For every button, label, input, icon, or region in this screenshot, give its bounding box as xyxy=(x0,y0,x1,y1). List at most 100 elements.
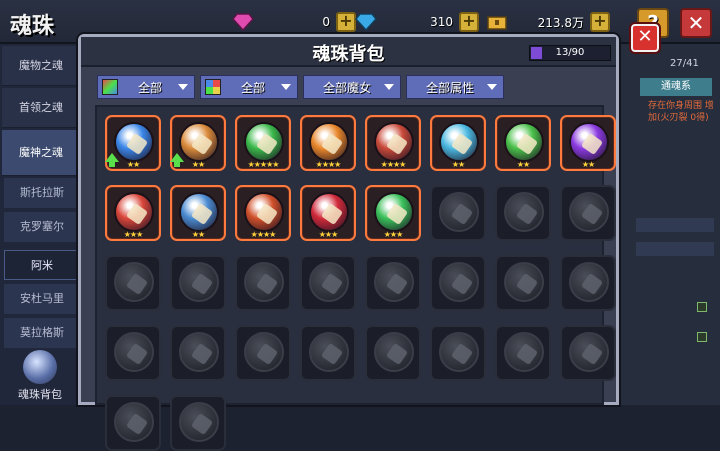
exit-button[interactable]: ✕ xyxy=(680,8,712,38)
orb-symbol xyxy=(320,202,344,226)
soul-orb-icon xyxy=(439,332,479,372)
soul-orb-slot[interactable]: ★★ xyxy=(495,115,551,171)
locked-orb-slot[interactable] xyxy=(365,325,421,381)
soul-orb-icon xyxy=(439,262,479,302)
effect-text: 存在你身周围 增加(火刃裂 0得) xyxy=(648,101,714,123)
locked-orb-slot[interactable] xyxy=(105,325,161,381)
locked-orb-slot[interactable] xyxy=(430,185,486,241)
locked-orb-slot[interactable] xyxy=(105,255,161,311)
soul-bag-dialog: 魂珠背包 13/90 全部 全部 全部魔女 全部属性 ★★ ★★ ★★★★★ ★★★★… xyxy=(78,34,619,451)
soul-orb-icon xyxy=(569,262,609,302)
soul-orb-icon xyxy=(504,192,544,232)
checkbox[interactable] xyxy=(697,332,707,342)
soul-orb-slot[interactable]: ★★★★★ xyxy=(235,115,291,171)
locked-orb-slot[interactable] xyxy=(300,325,356,381)
orb-symbol xyxy=(580,272,604,296)
locked-orb-slot[interactable] xyxy=(495,255,551,311)
soul-orb-icon xyxy=(244,332,284,372)
sidebar-item-monster-soul[interactable]: 魔物之魂 xyxy=(2,46,80,86)
locked-orb-slot[interactable] xyxy=(105,395,161,451)
orb-symbol xyxy=(320,132,344,156)
sidebar-sub-moragas[interactable]: 莫拉格斯 xyxy=(4,318,80,348)
page-title: 魂珠 xyxy=(10,14,55,39)
dropdown-label: 全部 xyxy=(240,80,265,95)
star-rating: ★★ xyxy=(451,160,465,169)
locked-orb-slot[interactable] xyxy=(560,325,616,381)
locked-orb-slot[interactable] xyxy=(495,185,551,241)
orb-symbol xyxy=(255,132,279,156)
locked-orb-slot[interactable] xyxy=(300,255,356,311)
upgrade-arrow-stem xyxy=(109,161,115,167)
soul-orb-slot[interactable]: ★★★ xyxy=(105,185,161,241)
close-dialog-button[interactable]: ✕ xyxy=(631,24,659,52)
dropdown-label: 全部魔女 xyxy=(322,80,371,95)
add-blue-gem-button[interactable]: + xyxy=(459,12,479,32)
soul-orb-icon xyxy=(244,262,284,302)
color-filter-dropdown[interactable]: 全部 xyxy=(200,75,298,99)
soul-bag-button[interactable]: 魂珠背包 xyxy=(12,350,68,401)
add-pink-gem-button[interactable]: + xyxy=(336,12,356,32)
soul-orb-slot[interactable]: ★★★ xyxy=(300,185,356,241)
locked-orb-slot[interactable] xyxy=(235,255,291,311)
soul-orb-slot[interactable]: ★★★★ xyxy=(365,115,421,171)
sidebar-sub-amy[interactable]: 阿米 xyxy=(4,250,80,280)
orb-symbol xyxy=(515,202,539,226)
locked-orb-slot[interactable] xyxy=(170,325,226,381)
star-rating: ★★★ xyxy=(123,230,144,239)
sidebar-item-boss-soul[interactable]: 首领之魂 xyxy=(2,88,80,128)
capacity-text: 13/90 xyxy=(555,47,585,58)
soul-orb-slot[interactable]: ★★ xyxy=(430,115,486,171)
soul-orb-slot[interactable]: ★★★ xyxy=(365,185,421,241)
soul-orb-slot[interactable]: ★★ xyxy=(105,115,161,171)
sidebar-sub-crocell[interactable]: 克罗塞尔 xyxy=(4,212,80,242)
locked-orb-slot[interactable] xyxy=(430,255,486,311)
soul-orb-icon xyxy=(309,262,349,302)
soul-orb-icon xyxy=(374,192,414,232)
star-rating: ★★★ xyxy=(383,230,404,239)
soul-orb-slot[interactable]: ★★ xyxy=(170,115,226,171)
blue-gem-icon xyxy=(355,13,377,31)
orb-symbol xyxy=(450,202,474,226)
soul-orb-icon xyxy=(569,192,609,232)
type-filter-dropdown[interactable]: 全部 xyxy=(97,75,195,99)
orb-symbol xyxy=(125,412,149,436)
orb-symbol xyxy=(125,132,149,156)
sidebar-sub-andromalius[interactable]: 安杜马里 xyxy=(4,284,80,314)
capacity-bar: 13/90 xyxy=(529,45,611,61)
orb-symbol xyxy=(190,272,214,296)
locked-orb-slot[interactable] xyxy=(235,325,291,381)
orb-symbol xyxy=(385,132,409,156)
attribute-filter-dropdown[interactable]: 全部属性 xyxy=(406,75,504,99)
locked-orb-slot[interactable] xyxy=(495,325,551,381)
soul-orb-icon xyxy=(23,350,57,384)
soul-orb-icon xyxy=(309,122,349,162)
orb-symbol xyxy=(385,272,409,296)
soul-orb-slot[interactable]: ★★★★ xyxy=(300,115,356,171)
soul-orb-icon xyxy=(114,402,154,442)
star-rating: ★★★★ xyxy=(315,160,342,169)
locked-orb-slot[interactable] xyxy=(170,395,226,451)
locked-orb-slot[interactable] xyxy=(560,185,616,241)
add-gold-button[interactable]: + xyxy=(590,12,610,32)
upgrade-arrow-stem xyxy=(174,161,180,167)
sidebar-sub-stolas[interactable]: 斯托拉斯 xyxy=(4,178,80,208)
orb-symbol xyxy=(190,342,214,366)
locked-orb-slot[interactable] xyxy=(365,255,421,311)
locked-orb-slot[interactable] xyxy=(170,255,226,311)
soul-orb-icon xyxy=(179,332,219,372)
locked-orb-slot[interactable] xyxy=(560,255,616,311)
checkbox[interactable] xyxy=(697,302,707,312)
witch-filter-dropdown[interactable]: 全部魔女 xyxy=(303,75,401,99)
resource-value: 310 xyxy=(430,15,453,29)
orb-symbol xyxy=(125,342,149,366)
orb-symbol xyxy=(385,202,409,226)
soul-orb-slot[interactable]: ★★★★ xyxy=(235,185,291,241)
orb-symbol xyxy=(580,132,604,156)
sidebar-item-demon-soul[interactable]: 魔神之魂 xyxy=(2,130,80,176)
soul-orb-slot[interactable]: ★★ xyxy=(560,115,616,171)
star-rating: ★★★★★ xyxy=(247,160,280,169)
soul-orb-icon xyxy=(244,192,284,232)
soul-orb-icon xyxy=(374,262,414,302)
locked-orb-slot[interactable] xyxy=(430,325,486,381)
soul-orb-slot[interactable]: ★★ xyxy=(170,185,226,241)
